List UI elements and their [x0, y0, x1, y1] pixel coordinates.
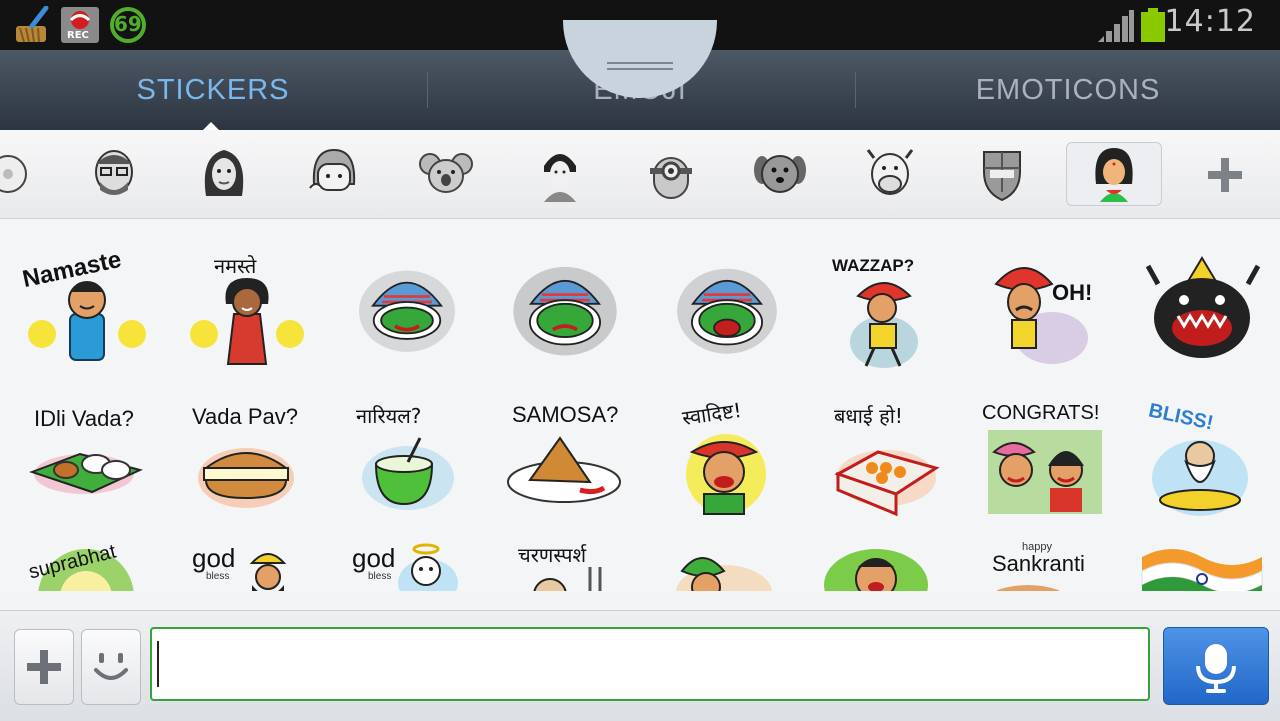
- happy-sankranti-sticker[interactable]: happy Sankranti: [982, 537, 1112, 591]
- sticker-pack-strip: [0, 130, 1280, 219]
- india-flag-sticker[interactable]: [1138, 537, 1268, 591]
- god-bless-sikh-sticker[interactable]: god bless: [182, 537, 312, 591]
- puppy-icon[interactable]: [750, 144, 810, 204]
- sticker-caption: Vada Pav?: [192, 404, 299, 429]
- sticker-caption: बधाई हो!: [834, 404, 903, 428]
- sticker-caption: god: [352, 543, 396, 573]
- congrats-sticker[interactable]: CONGRATS!: [982, 394, 1112, 524]
- oh-turban-sticker[interactable]: OH!: [982, 244, 1112, 374]
- badge-number: 69: [114, 12, 142, 36]
- clock: 14:12: [1164, 4, 1256, 39]
- sticker-caption: IDli Vada?: [34, 406, 134, 431]
- idli-vada-sticker[interactable]: IDli Vada?: [22, 394, 152, 524]
- kathakali-shout-sticker[interactable]: [662, 254, 792, 384]
- text-cursor: [157, 641, 159, 687]
- bearded-man-face-icon[interactable]: [84, 144, 144, 204]
- girl-bob-face-icon[interactable]: [304, 144, 364, 204]
- attach-button[interactable]: [14, 629, 74, 705]
- laughing-man-sticker[interactable]: [822, 537, 952, 591]
- broom-icon: [16, 6, 49, 43]
- sticker-caption: चरणस्पर्श: [518, 543, 587, 567]
- battery-icon: [1141, 8, 1165, 42]
- plus-icon: [27, 650, 61, 684]
- sticker-subcaption: bless: [368, 571, 392, 582]
- handle-line: [607, 68, 673, 70]
- sticker-caption: god: [192, 543, 236, 573]
- wazzap-sticker[interactable]: WAZZAP?: [822, 244, 952, 374]
- sticker-caption: CONGRATS!: [982, 402, 1100, 424]
- turban-man-sticker[interactable]: [662, 537, 792, 591]
- koala-icon[interactable]: [416, 144, 476, 204]
- kathakali-smile-art: [359, 270, 455, 352]
- badhai-ho-sticker[interactable]: बधाई हो!: [822, 394, 952, 524]
- sticker-toggle-button[interactable]: [81, 629, 141, 705]
- face-partial-icon[interactable]: [0, 144, 46, 204]
- namaste-woman-sticker[interactable]: नमस्ते: [182, 244, 312, 374]
- smiley-icon: [94, 653, 128, 680]
- kathakali-sad-sticker[interactable]: [500, 254, 630, 384]
- rec-label: REC: [67, 30, 89, 41]
- geisha-icon[interactable]: [530, 144, 590, 204]
- samosa-sticker[interactable]: SAMOSA?: [500, 394, 630, 524]
- angry-bull-sticker[interactable]: [1138, 244, 1268, 374]
- bliss-sticker[interactable]: BLISS!: [1138, 394, 1268, 524]
- kathakali-shout-art: [677, 268, 777, 354]
- nariyal-sticker[interactable]: नारियल?: [342, 394, 472, 524]
- fcb-crest-icon[interactable]: [972, 144, 1032, 204]
- laughing-man-art: [824, 549, 928, 591]
- sticker-caption: WAZZAP?: [832, 256, 915, 275]
- kathakali-sad-art: [513, 266, 617, 356]
- swadisht-sticker[interactable]: स्वादिष्ट!: [662, 394, 792, 524]
- sticker-caption: OH!: [1052, 280, 1093, 305]
- god-bless-angel-sticker[interactable]: god bless: [342, 537, 472, 591]
- cow-icon[interactable]: [860, 144, 920, 204]
- indian-woman-face-icon[interactable]: [1084, 144, 1144, 204]
- angry-bull-art: [1145, 256, 1261, 358]
- sticker-caption: Sankranti: [992, 551, 1085, 576]
- kathakali-smile-sticker[interactable]: [342, 254, 472, 384]
- tab-emoticons[interactable]: EMOTICONS: [855, 50, 1280, 130]
- woman-face-icon[interactable]: [194, 144, 254, 204]
- microphone-icon: [1196, 644, 1236, 693]
- charansparsh-sticker[interactable]: चरणस्पर्श: [500, 537, 630, 591]
- oh-turban-art: [994, 267, 1088, 364]
- input-bar: [0, 610, 1280, 721]
- signal-icon: [1098, 10, 1134, 42]
- vada-pav-sticker[interactable]: Vada Pav?: [182, 394, 312, 524]
- handle-line: [607, 62, 673, 64]
- turban-man-art: [676, 557, 772, 591]
- sticker-caption: नमस्ते: [214, 254, 257, 278]
- namaste-man-sticker[interactable]: Namaste: [20, 244, 152, 374]
- suprabhat-sticker[interactable]: suprabhat: [22, 537, 152, 591]
- sticker-caption: नारियल?: [356, 404, 422, 428]
- plus-icon[interactable]: [1206, 156, 1244, 194]
- sticker-caption: SAMOSA?: [512, 402, 619, 427]
- tab-stickers[interactable]: STICKERS: [0, 50, 426, 130]
- sticker-grid: Namaste नमस्ते WAZZAP? OH! IDli Vada? Va…: [0, 219, 1280, 591]
- minion-icon[interactable]: [640, 144, 700, 204]
- india-flag-art: [1141, 549, 1263, 591]
- message-input[interactable]: [150, 627, 1150, 701]
- voice-input-button[interactable]: [1163, 627, 1269, 705]
- sticker-subcaption: bless: [206, 571, 230, 582]
